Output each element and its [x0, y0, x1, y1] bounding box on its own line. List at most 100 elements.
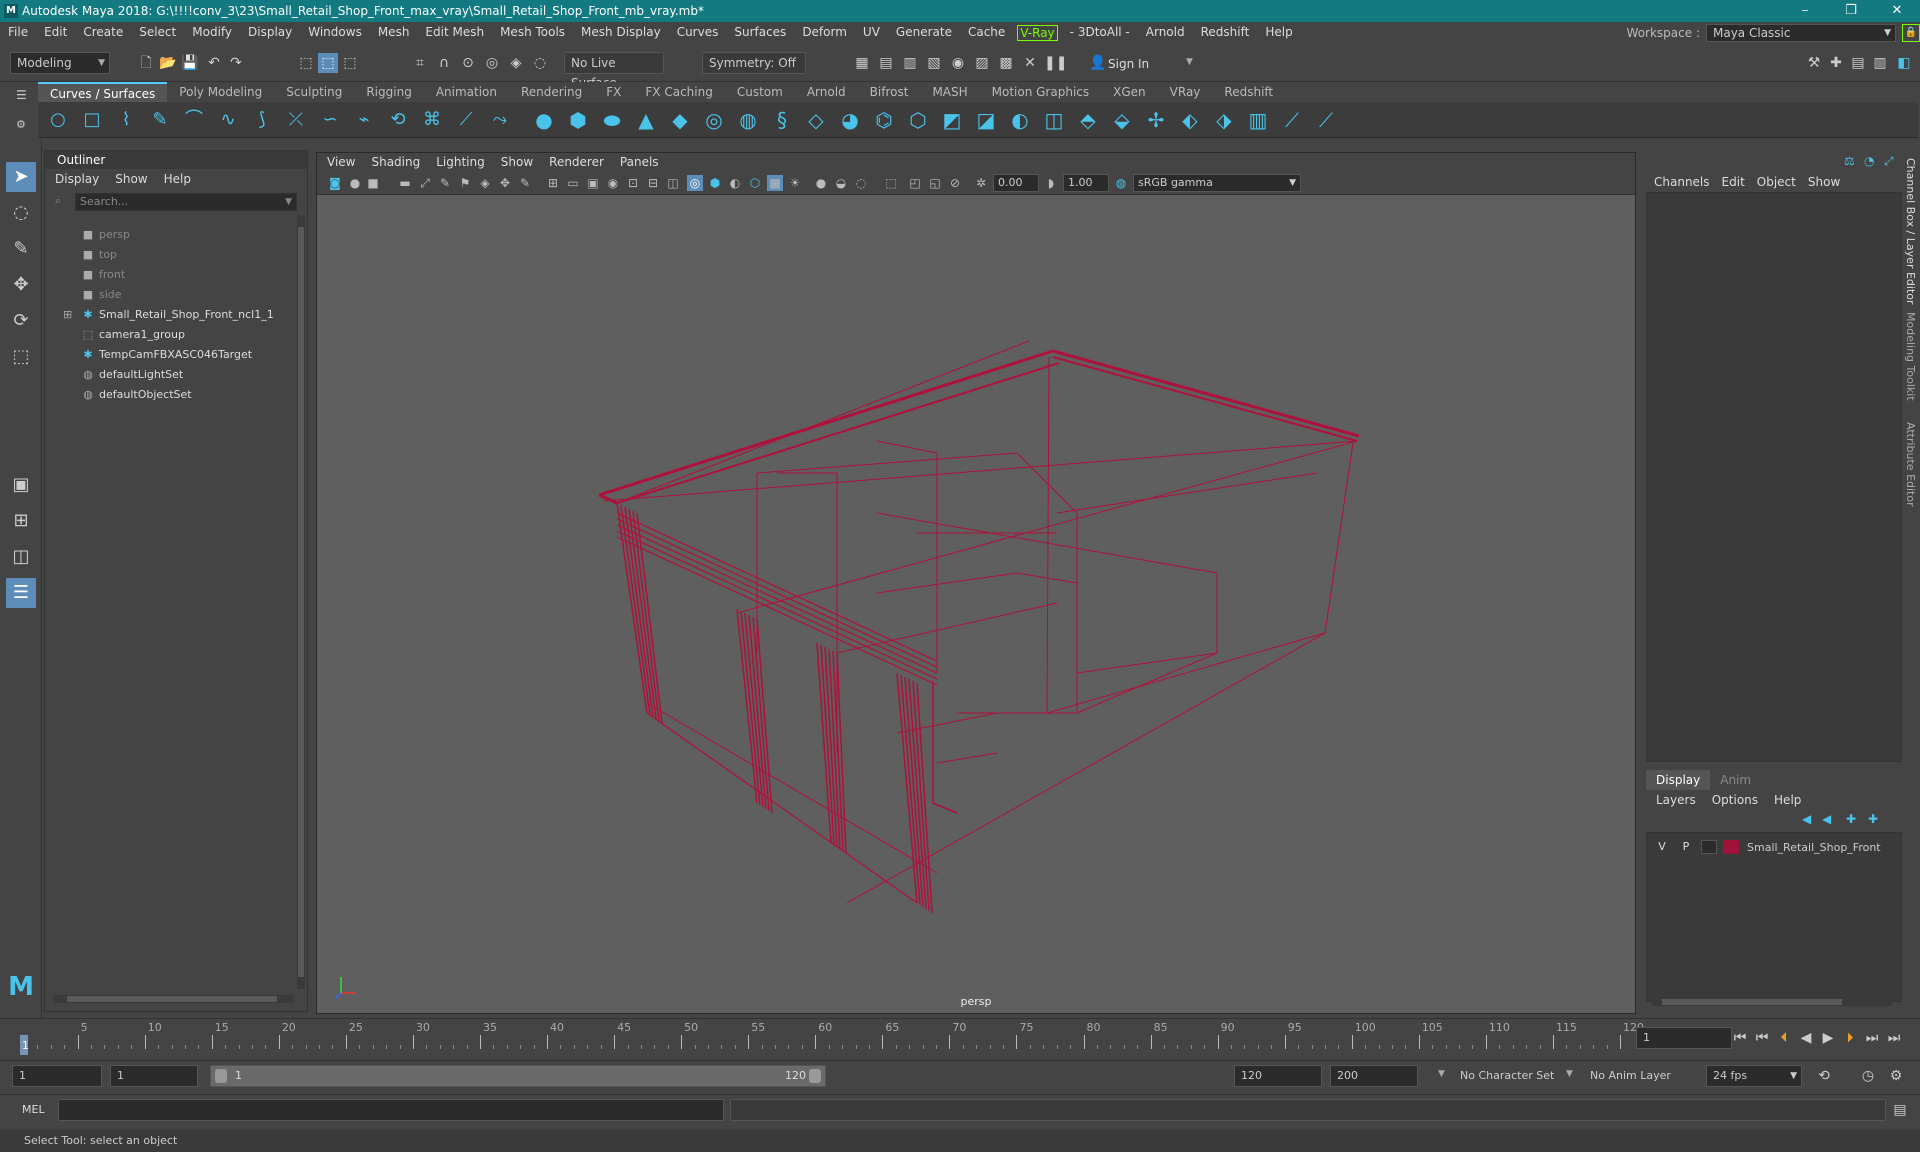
shelf-tab-vray[interactable]: VRay: [1158, 82, 1213, 102]
menu-display[interactable]: Display: [240, 25, 300, 41]
outliner-search-input[interactable]: Search... ▼: [75, 193, 297, 211]
channel-box-icon[interactable]: ◧: [1894, 53, 1914, 73]
menu-help[interactable]: Help: [1257, 25, 1300, 41]
layer-menu-help[interactable]: Help: [1774, 790, 1801, 810]
menu-generate[interactable]: Generate: [888, 25, 960, 41]
attach-curves-icon[interactable]: ∽: [318, 108, 342, 132]
outliner-vscrollbar[interactable]: [297, 215, 305, 989]
move-layer-up-icon[interactable]: ◀: [1802, 812, 1811, 826]
fps-dropdown[interactable]: 24 fps ▼: [1706, 1065, 1802, 1087]
anim-layer-dropdown[interactable]: No Anim Layer: [1590, 1069, 1671, 1082]
snap-live-icon[interactable]: ◌: [530, 53, 550, 73]
menu-v-ray[interactable]: V-Ray: [1017, 25, 1058, 41]
character-set-icon[interactable]: ▼: [1438, 1069, 1445, 1079]
shelf-tab-rendering[interactable]: Rendering: [509, 82, 594, 102]
shelf-tab-bifrost[interactable]: Bifrost: [858, 82, 921, 102]
outliner-item[interactable]: ⊞ ✱ Small_Retail_Shop_Front_ncl1_1: [63, 305, 274, 325]
loop-icon[interactable]: ⟲: [1814, 1066, 1834, 1086]
script-editor-icon[interactable]: ▤: [1890, 1100, 1910, 1120]
bevel-icon[interactable]: ◪: [974, 108, 998, 132]
revolve-icon[interactable]: ◍: [736, 108, 760, 132]
rebuild-surface-icon[interactable]: ▥: [1246, 108, 1270, 132]
rotate-tool-icon[interactable]: ⟳: [6, 306, 36, 336]
layer-display-type[interactable]: [1701, 840, 1717, 854]
time-slider[interactable]: 1 5 10 15 20 25 30 35 40 45 50 55 60 65 70 75 80 85 90 95 1…: [0, 1018, 1920, 1058]
lasso-tool-icon[interactable]: ◌: [6, 198, 36, 228]
ep-curve-icon[interactable]: ⌒: [182, 108, 206, 132]
channel-menu-channels[interactable]: Channels: [1654, 175, 1710, 189]
layer-tab-anim[interactable]: Anim: [1710, 770, 1761, 790]
snap-grid-icon[interactable]: ⌗: [410, 53, 430, 73]
menu-windows[interactable]: Windows: [300, 25, 370, 41]
menu-redshift[interactable]: Redshift: [1193, 25, 1258, 41]
sign-in-button[interactable]: Sign In: [1108, 57, 1149, 71]
outliner-item[interactable]: ⬚ camera1_group: [81, 325, 185, 345]
end-time-field[interactable]: 200: [1330, 1065, 1418, 1087]
mode-dropdown[interactable]: Modeling ▼: [10, 52, 110, 74]
menu-deform[interactable]: Deform: [794, 25, 855, 41]
menu-arnold[interactable]: Arnold: [1138, 25, 1193, 41]
snap-curve-icon[interactable]: ∩: [434, 53, 454, 73]
shelf-tab-custom[interactable]: Custom: [725, 82, 795, 102]
shelf-tab-animation[interactable]: Animation: [424, 82, 509, 102]
range-slider[interactable]: 1 120: [210, 1065, 826, 1087]
gear-icon[interactable]: ⚙: [16, 118, 26, 131]
single-view-icon[interactable]: ▣: [6, 470, 36, 500]
go-to-end-icon[interactable]: ⏭: [1884, 1028, 1904, 1048]
select-object-icon[interactable]: ⬚: [318, 53, 338, 73]
auto-key-icon[interactable]: ◷: [1858, 1066, 1878, 1086]
channel-menu-edit[interactable]: Edit: [1722, 175, 1745, 189]
scroll-thumb[interactable]: [1662, 999, 1842, 1005]
outliner-item[interactable]: ✱ TempCamFBXASC046Target: [81, 345, 252, 365]
nurbs-circle-icon[interactable]: ○: [46, 108, 70, 132]
hypershade-icon[interactable]: ◉: [948, 53, 968, 73]
nurbs-cube-icon[interactable]: ⬢: [566, 108, 590, 132]
nurbs-sphere-icon[interactable]: ●: [532, 108, 556, 132]
anim-preferences-icon[interactable]: ⚙: [1886, 1066, 1906, 1086]
rebuild-curve-icon[interactable]: ⟲: [386, 108, 410, 132]
boundary-icon[interactable]: ⬡: [906, 108, 930, 132]
bevel-plus-icon[interactable]: ◐: [1008, 108, 1032, 132]
step-forward-frame-icon[interactable]: ⏵: [1840, 1028, 1860, 1048]
maximize-button[interactable]: ❐: [1828, 0, 1874, 22]
layer-editor-toggle-icon[interactable]: ◔: [1864, 154, 1874, 168]
nurbs-plane-icon[interactable]: ◆: [668, 108, 692, 132]
current-time-field[interactable]: 1: [1636, 1027, 1732, 1049]
layer-visibility-toggle[interactable]: V: [1653, 839, 1671, 855]
modeling-toolkit-icon[interactable]: ⚒: [1804, 53, 1824, 73]
live-surface-field[interactable]: No Live Surface: [564, 52, 664, 90]
shelf-tab-fx-caching[interactable]: FX Caching: [633, 82, 724, 102]
redo-icon[interactable]: ↷: [226, 53, 246, 73]
play-forwards-icon[interactable]: ▶: [1818, 1028, 1838, 1048]
smooth-icon[interactable]: ⟋: [1314, 108, 1338, 132]
step-forward-key-icon[interactable]: ⏭: [1862, 1028, 1882, 1048]
nurbs-square-icon[interactable]: □: [80, 108, 104, 132]
shelf-tab-fx[interactable]: FX: [594, 82, 633, 102]
nurbs-cone-icon[interactable]: ▲: [634, 108, 658, 132]
nurbs-cylinder-icon[interactable]: ⬬: [600, 108, 624, 132]
script-language-label[interactable]: MEL: [22, 1103, 45, 1116]
new-layer-selected-icon[interactable]: ✚: [1868, 812, 1878, 826]
outliner-item[interactable]: ◍ defaultObjectSet: [81, 385, 191, 405]
step-back-frame-icon[interactable]: ⏴: [1774, 1028, 1794, 1048]
fillet-icon[interactable]: ⬘: [1076, 108, 1100, 132]
shelf-tab-motion-graphics[interactable]: Motion Graphics: [980, 82, 1102, 102]
viewport-panel[interactable]: View Shading Lighting Show Renderer Panels ◙ …: [316, 152, 1636, 1014]
character-set-dropdown[interactable]: No Character Set: [1460, 1069, 1554, 1082]
snap-view-icon[interactable]: ◎: [482, 53, 502, 73]
expand-icon[interactable]: ⤢: [1884, 154, 1894, 169]
layer-color-swatch[interactable]: [1723, 840, 1739, 854]
menu-icon[interactable]: ☰: [16, 88, 27, 102]
outliner-item[interactable]: ■ side: [81, 285, 122, 305]
scene-wireframe[interactable]: [317, 153, 1635, 1013]
menu-file[interactable]: File: [0, 25, 36, 41]
expand-icon[interactable]: ⊞: [63, 305, 72, 325]
outliner-menu-help[interactable]: Help: [164, 172, 191, 186]
stitch-icon[interactable]: ◫: [1042, 108, 1066, 132]
layer-row[interactable]: V P Small_Retail_Shop_Front: [1653, 837, 1881, 857]
outliner-menu-display[interactable]: Display: [55, 172, 99, 186]
anim-layer-icon[interactable]: ▼: [1566, 1069, 1573, 1079]
play-backwards-icon[interactable]: ◀: [1796, 1028, 1816, 1048]
menu-mesh-display[interactable]: Mesh Display: [573, 25, 669, 41]
snap-point-icon[interactable]: ⊙: [458, 53, 478, 73]
